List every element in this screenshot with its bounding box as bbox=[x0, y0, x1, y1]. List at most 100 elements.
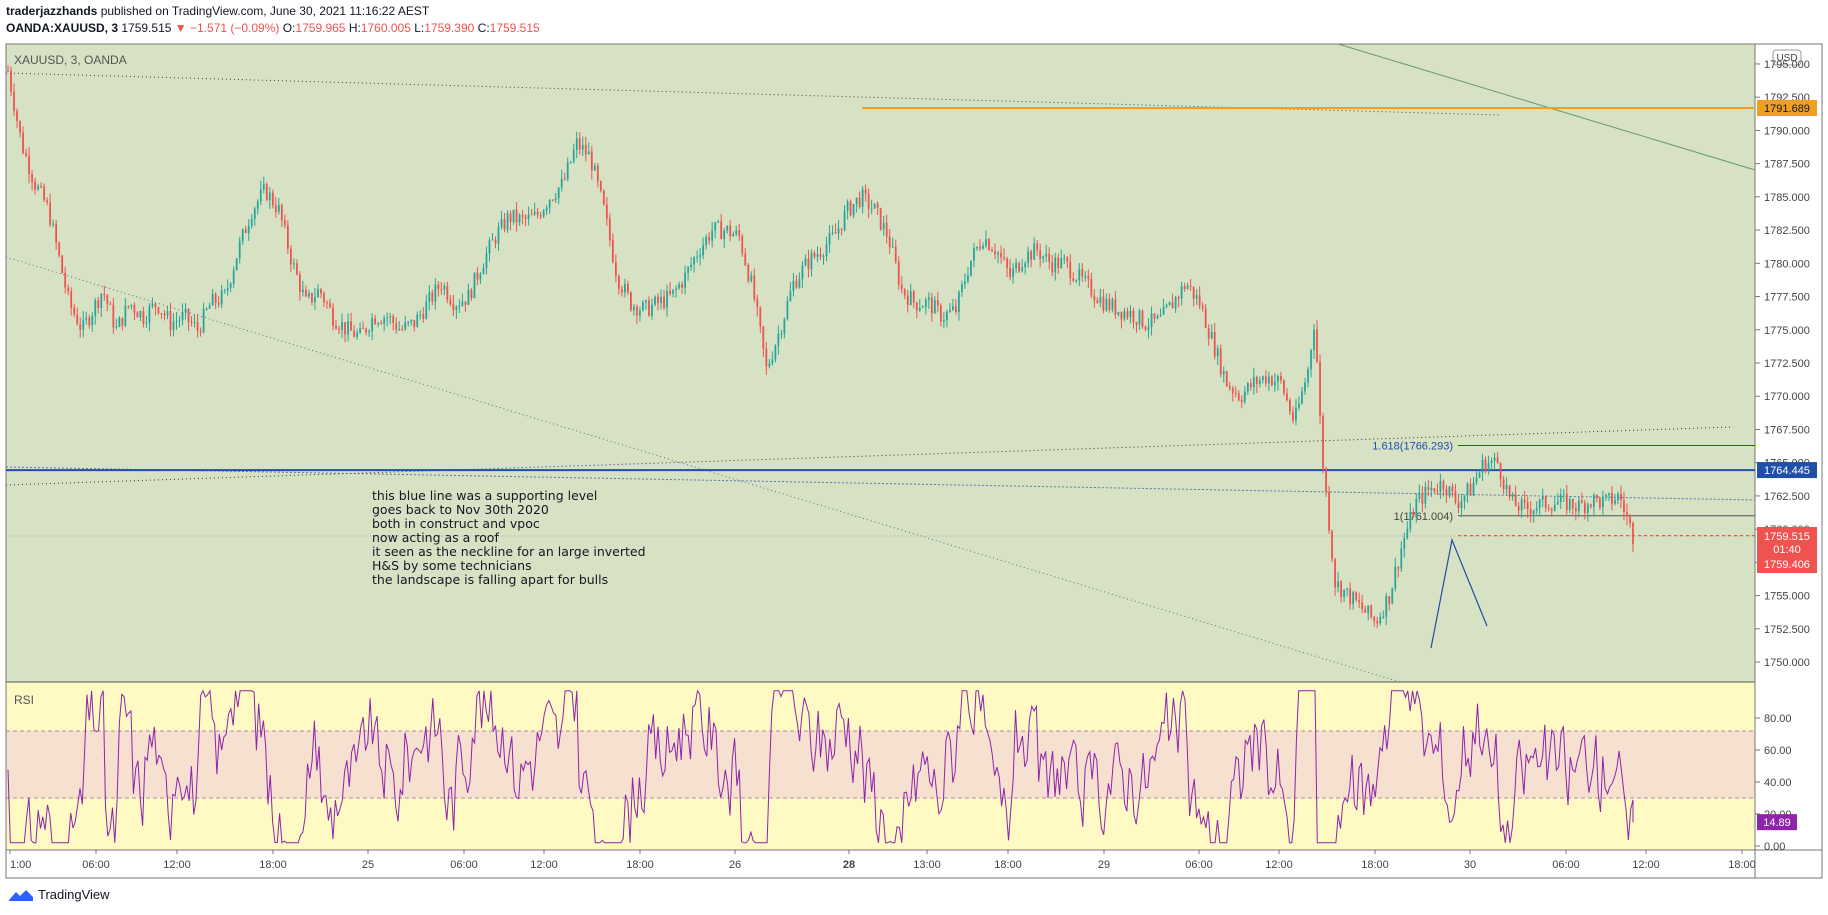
time-tick-label: 1:00 bbox=[10, 859, 31, 871]
annotation-line: H&S by some technicians bbox=[372, 558, 532, 573]
candle-body bbox=[569, 161, 572, 163]
candle-body bbox=[380, 323, 383, 325]
candle-body bbox=[524, 216, 527, 219]
candle-body bbox=[311, 293, 313, 303]
candle-body bbox=[88, 317, 91, 326]
candle-body bbox=[939, 305, 942, 322]
candle-body bbox=[1246, 383, 1249, 392]
candle-body bbox=[1632, 523, 1634, 545]
candle-body bbox=[506, 213, 509, 230]
time-tick-label: 28 bbox=[843, 859, 855, 871]
candle-body bbox=[515, 209, 518, 223]
candle-body bbox=[988, 239, 990, 250]
candle-body bbox=[1252, 376, 1255, 388]
candle-body bbox=[205, 308, 208, 310]
candle-body bbox=[395, 323, 398, 330]
candle-body bbox=[1511, 494, 1514, 497]
candle-body bbox=[593, 165, 596, 171]
candle-body bbox=[1024, 263, 1027, 268]
candle-body bbox=[1583, 502, 1586, 513]
candle-body bbox=[1168, 302, 1171, 306]
time-tick-label: 29 bbox=[1098, 859, 1110, 871]
time-tick-label: 26 bbox=[729, 859, 741, 871]
candle-body bbox=[136, 312, 139, 318]
candle-body bbox=[76, 314, 79, 325]
time-tick-label: 12:00 bbox=[1632, 859, 1660, 871]
candle-body bbox=[1264, 376, 1267, 384]
candle-body bbox=[229, 283, 232, 288]
candle-body bbox=[1439, 481, 1442, 492]
candle-body bbox=[750, 275, 753, 281]
candle-body bbox=[1048, 253, 1051, 263]
candle-body bbox=[1367, 605, 1370, 613]
candle-body bbox=[1000, 252, 1002, 258]
candle-body bbox=[274, 205, 277, 213]
candle-body bbox=[1602, 496, 1604, 508]
candle-body bbox=[933, 300, 936, 314]
candle-body bbox=[1388, 596, 1391, 604]
candle-body bbox=[1460, 501, 1463, 509]
price-tick-label: 1752.500 bbox=[1764, 624, 1810, 636]
candle-body bbox=[371, 318, 374, 332]
candle-body bbox=[912, 291, 915, 303]
candle-body bbox=[921, 306, 924, 308]
candle-body bbox=[61, 255, 64, 274]
candle-body bbox=[49, 202, 52, 225]
candle-body bbox=[1487, 463, 1490, 472]
candle-body bbox=[927, 297, 930, 300]
candle-body bbox=[1571, 499, 1574, 509]
candle-body bbox=[816, 254, 819, 257]
candle-body bbox=[1430, 488, 1433, 491]
candle-body bbox=[1415, 498, 1418, 518]
candle-body bbox=[353, 330, 355, 338]
candle-body bbox=[596, 165, 599, 182]
candle-body bbox=[1424, 486, 1427, 504]
price-pane[interactable] bbox=[6, 44, 1755, 682]
candle-body bbox=[1586, 504, 1589, 513]
candle-body bbox=[1502, 479, 1505, 490]
candle-body bbox=[584, 144, 587, 155]
candle-body bbox=[861, 189, 864, 207]
tradingview-footer[interactable]: TradingView bbox=[8, 887, 110, 902]
candle-body bbox=[244, 229, 247, 234]
candle-body bbox=[1123, 311, 1126, 320]
candle-body bbox=[873, 203, 876, 209]
candle-body bbox=[1273, 381, 1276, 386]
candle-body bbox=[985, 239, 987, 246]
candle-body bbox=[1352, 592, 1355, 605]
candle-body bbox=[723, 230, 726, 240]
candle-body bbox=[663, 296, 665, 308]
candle-body bbox=[67, 287, 70, 292]
candle-body bbox=[834, 232, 837, 234]
candle-body bbox=[1611, 493, 1613, 504]
candle-body bbox=[1598, 498, 1601, 508]
candle-body bbox=[392, 316, 395, 324]
candle-body bbox=[1343, 589, 1346, 598]
candle-body bbox=[1195, 295, 1198, 299]
candle-body bbox=[633, 306, 635, 311]
candle-body bbox=[882, 222, 885, 230]
candle-body bbox=[479, 274, 482, 280]
candle-body bbox=[1096, 300, 1099, 304]
candle-body bbox=[1394, 566, 1397, 589]
candle-body bbox=[952, 306, 954, 310]
candle-body bbox=[1475, 477, 1478, 483]
candle-body bbox=[413, 319, 416, 328]
candle-body bbox=[1159, 314, 1162, 317]
candle-body bbox=[599, 181, 602, 191]
candle-body bbox=[1370, 605, 1373, 618]
time-tick-label: 06:00 bbox=[1552, 859, 1580, 871]
fib-1-label: 1(1761.004) bbox=[1394, 511, 1453, 523]
rsi-label: RSI bbox=[14, 693, 34, 707]
candle-body bbox=[1231, 388, 1234, 394]
candle-body bbox=[578, 138, 581, 150]
candle-body bbox=[789, 290, 792, 302]
price-tick-label: 1785.000 bbox=[1764, 192, 1810, 204]
candle-body bbox=[1316, 329, 1318, 362]
chart-svg[interactable]: 1.618(1766.293) 1(1761.004) XAUUSD, 3, O… bbox=[0, 0, 1828, 880]
time-tick-label: 18:00 bbox=[259, 859, 287, 871]
candle-body bbox=[82, 319, 85, 330]
candle-body bbox=[1277, 376, 1279, 382]
candle-body bbox=[548, 199, 551, 208]
candle-body bbox=[1213, 331, 1216, 357]
